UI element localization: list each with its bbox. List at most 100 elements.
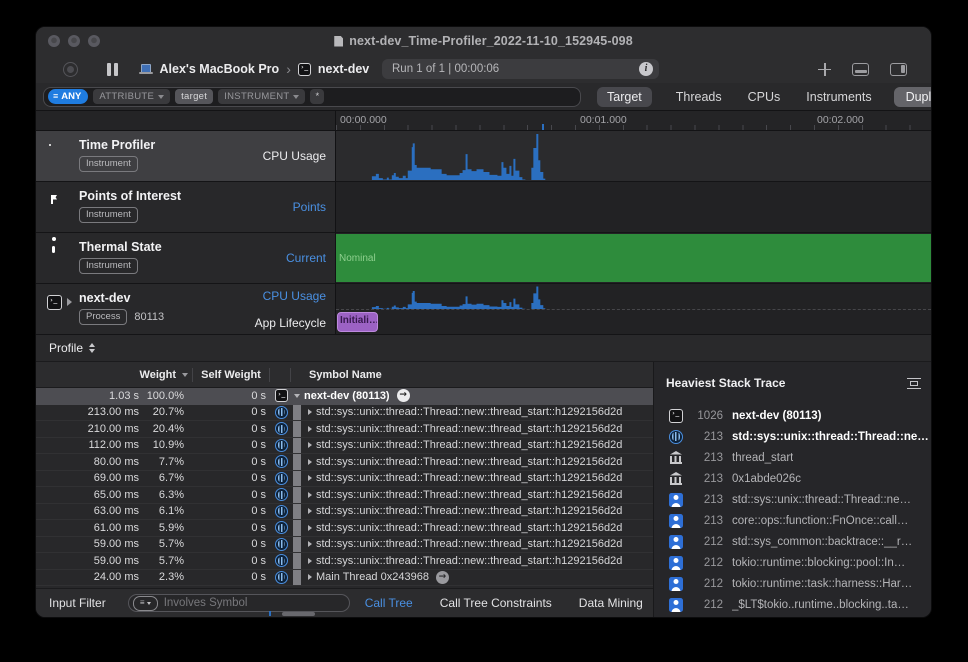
view-button-cpus[interactable]: CPUs	[746, 87, 783, 107]
track-lane-thermal[interactable]: Nominal	[336, 233, 931, 283]
disclosure-icon[interactable]	[308, 475, 312, 481]
target-process-name[interactable]: next-dev	[318, 62, 369, 76]
zoom-window-icon[interactable]	[88, 35, 100, 47]
filter-token-target[interactable]: target	[175, 89, 213, 104]
tab-call-tree-constraints[interactable]: Call Tree Constraints	[440, 596, 552, 610]
disclosure-icon[interactable]	[308, 492, 312, 498]
table-row[interactable]: 80.00 ms 7.7% 0 s std::sys::unix::thread…	[36, 454, 653, 471]
track-filter-field[interactable]: ≡ ANY ATTRIBUTE target INSTRUMENT *	[43, 87, 581, 107]
track-header[interactable]: Points of Interest Instrument Points	[36, 182, 336, 232]
lane-label: CPU Usage	[263, 289, 326, 303]
focus-arrow-icon[interactable]	[397, 389, 410, 402]
close-window-icon[interactable]	[48, 35, 60, 47]
filter-options-icon[interactable]: ≡	[133, 596, 158, 611]
column-header-weight[interactable]: Weight	[36, 369, 176, 381]
track-header[interactable]: Thermal State Instrument Current	[36, 233, 336, 283]
scrollbar-thumb[interactable]	[282, 612, 315, 617]
focus-arrow-icon[interactable]	[436, 571, 449, 584]
view-button-target[interactable]: Target	[597, 87, 652, 107]
column-divider[interactable]	[269, 368, 270, 382]
track-header[interactable]: next-dev Process 80113 CPU Usage App Lif…	[36, 284, 336, 334]
minimize-window-icon[interactable]	[68, 35, 80, 47]
duplicate-button[interactable]: Duplicate	[894, 87, 932, 107]
track-process-next-dev[interactable]: next-dev Process 80113 CPU Usage App Lif…	[36, 284, 931, 335]
view-button-threads[interactable]: Threads	[674, 87, 724, 107]
target-breadcrumb[interactable]: Alex's MacBook Pro › next-dev	[139, 61, 370, 77]
stack-trace-entry[interactable]: 212 tokio::runtime::task::harness::Har…	[666, 573, 931, 594]
table-row[interactable]: 59.00 ms 5.7% 0 s std::sys::unix::thread…	[36, 553, 653, 570]
detail-view-selector[interactable]: Profile	[49, 341, 83, 355]
column-header-symbol-name[interactable]: Symbol Name	[309, 369, 382, 381]
disclosure-icon[interactable]	[308, 541, 312, 547]
selector-updown-icon[interactable]	[89, 343, 95, 353]
disclosure-icon[interactable]	[308, 409, 312, 415]
filter-match-pill[interactable]: ≡ ANY	[48, 89, 88, 104]
add-instrument-icon[interactable]	[818, 63, 831, 76]
disclosure-icon[interactable]	[308, 459, 312, 465]
table-row[interactable]: 112.00 ms 10.9% 0 s std::sys::unix::thre…	[36, 438, 653, 455]
stack-trace-entry[interactable]: 213 core::ops::function::FnOnce::call…	[666, 510, 931, 531]
track-lane-process[interactable]: Initiali…	[336, 284, 931, 334]
filter-token-attribute[interactable]: ATTRIBUTE	[93, 89, 170, 104]
tab-data-mining[interactable]: Data Mining	[579, 596, 643, 610]
table-row[interactable]: 24.00 ms 2.3% 0 s Main Thread 0x243968	[36, 570, 653, 587]
disclosure-chevron-icon[interactable]	[67, 298, 72, 306]
table-row[interactable]: 1.03 s 100.0% 0 s next-dev (80113)	[36, 388, 653, 405]
stack-trace-entry[interactable]: 212 _$LT$tokio..runtime..blocking..ta…	[666, 594, 931, 615]
horizontal-scrollbar[interactable]	[36, 611, 653, 616]
track-lane-cpu-usage[interactable]	[336, 131, 931, 181]
stack-trace-entry[interactable]: 213 std::sys::unix::thread::Thread::ne…	[666, 489, 931, 510]
table-row[interactable]: 63.00 ms 6.1% 0 s std::sys::unix::thread…	[36, 504, 653, 521]
process-cpu-chart[interactable]	[336, 286, 931, 309]
track-thermal-state[interactable]: Thermal State Instrument Current Nominal	[36, 233, 931, 284]
track-points-of-interest[interactable]: Points of Interest Instrument Points	[36, 182, 931, 233]
disclosure-icon[interactable]	[308, 525, 312, 531]
stack-trace-list[interactable]: 1026 next-dev (80113) 213 std::sys::unix…	[654, 405, 931, 617]
filter-token-instrument[interactable]: INSTRUMENT	[218, 89, 305, 104]
info-icon[interactable]: i	[639, 62, 653, 76]
stack-trace-entry[interactable]: 213 0x1abde026c	[666, 468, 931, 489]
stack-trace-entry[interactable]: 213 std::sys::unix::thread::Thread::ne…	[666, 426, 931, 447]
table-row[interactable]: 61.00 ms 5.9% 0 s std::sys::unix::thread…	[36, 520, 653, 537]
column-header-self-weight[interactable]: Self Weight	[193, 369, 269, 381]
app-lifecycle-chip[interactable]: Initiali…	[337, 312, 378, 332]
disclosure-icon[interactable]	[308, 426, 312, 432]
sort-chevron-icon[interactable]	[182, 373, 188, 377]
track-lane-points[interactable]	[336, 182, 931, 232]
toggle-right-pane-icon[interactable]	[890, 63, 907, 76]
collapse-stack-icon[interactable]	[907, 378, 921, 389]
stack-trace-entry[interactable]: 212 tokio::runtime::thread_pool::work…	[666, 615, 931, 617]
filter-token-wildcard[interactable]: *	[310, 89, 324, 104]
ruler-scale[interactable]: 00:00.000 00:01.000 00:02.000	[336, 111, 931, 130]
cpu-usage-chart[interactable]	[336, 133, 931, 180]
hot-path-bar	[293, 520, 301, 536]
stack-trace-entry[interactable]: 1026 next-dev (80113)	[666, 405, 931, 426]
disclosure-icon[interactable]	[308, 574, 312, 580]
run-status-display[interactable]: Run 1 of 1 | 00:00:06 i	[382, 59, 659, 79]
table-row[interactable]: 65.00 ms 6.3% 0 s std::sys::unix::thread…	[36, 487, 653, 504]
stack-trace-entry[interactable]: 213 thread_start	[666, 447, 931, 468]
stack-trace-entry[interactable]: 212 std::sys_common::backtrace::__r…	[666, 531, 931, 552]
pause-button[interactable]	[107, 63, 118, 76]
stack-trace-entry[interactable]: 212 tokio::runtime::blocking::pool::In…	[666, 552, 931, 573]
table-row[interactable]: 59.00 ms 5.7% 0 s std::sys::unix::thread…	[36, 537, 653, 554]
device-name[interactable]: Alex's MacBook Pro	[160, 62, 280, 76]
disclosure-icon[interactable]	[308, 558, 312, 564]
record-button[interactable]	[63, 62, 78, 77]
symbol-filter-input[interactable]: ≡ Involves Symbol	[128, 594, 350, 612]
disclosure-icon[interactable]	[308, 508, 312, 514]
toggle-bottom-pane-icon[interactable]	[852, 63, 869, 76]
table-row[interactable]: 69.00 ms 6.7% 0 s std::sys::unix::thread…	[36, 471, 653, 488]
call-tree-table-body[interactable]: 1.03 s 100.0% 0 s next-dev (80113) 213.0…	[36, 388, 653, 588]
title-bar[interactable]: next-dev_Time-Profiler_2022-11-10_152945…	[36, 27, 931, 55]
view-button-instruments[interactable]: Instruments	[804, 87, 873, 107]
table-row[interactable]: 213.00 ms 20.7% 0 s std::sys::unix::thre…	[36, 405, 653, 422]
thermal-state-bar[interactable]: Nominal	[336, 234, 931, 282]
tab-call-tree[interactable]: Call Tree	[365, 596, 413, 610]
track-header[interactable]: Time Profiler Instrument CPU Usage	[36, 131, 336, 181]
disclosure-icon[interactable]	[308, 442, 312, 448]
disclosure-icon[interactable]	[294, 394, 300, 398]
table-row[interactable]: 210.00 ms 20.4% 0 s std::sys::unix::thre…	[36, 421, 653, 438]
track-time-profiler[interactable]: Time Profiler Instrument CPU Usage	[36, 131, 931, 182]
column-divider[interactable]	[290, 368, 291, 382]
